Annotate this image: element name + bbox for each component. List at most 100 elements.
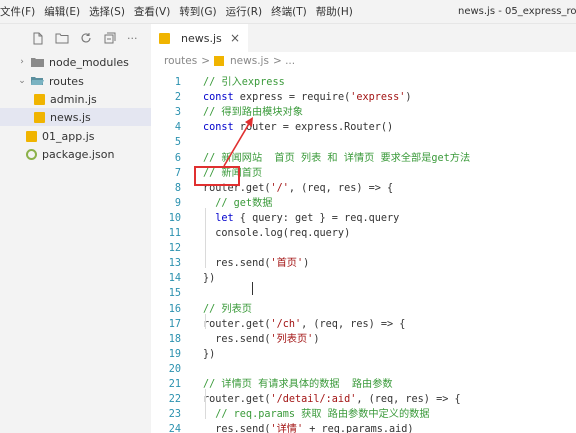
tree-item-label: routes (49, 74, 84, 88)
code-token: '/' (270, 182, 289, 194)
menu-item[interactable]: 终端(T) (266, 4, 311, 19)
chevron-right-icon[interactable]: › (17, 57, 27, 67)
code-token: , (req, res) => { (301, 318, 406, 330)
tree-item-label: node_modules (49, 55, 129, 69)
menu-item[interactable]: 转到(G) (174, 4, 220, 19)
line-source: // 详情页 有请求具体的数据 路由参数 (203, 377, 393, 392)
chevron-down-icon[interactable]: ⌄ (17, 76, 27, 86)
code-line: 19}) (151, 347, 576, 362)
json-file-icon (26, 148, 37, 160)
tab-bar: news.js × (151, 24, 576, 52)
line-number: 5 (174, 137, 181, 149)
line-source: // 列表页 (203, 302, 252, 317)
line-source: router.get('/ch', (req, res) => { (203, 317, 405, 332)
tab-label: news.js (181, 31, 222, 45)
line-source: res.send('首页') (203, 256, 309, 271)
explorer-toolbar: ··· (0, 24, 151, 52)
code-line: 2 const express = require('express') (151, 90, 576, 105)
code-token: ) (313, 333, 320, 345)
code-line: 4 const router = express.Router() (151, 120, 576, 135)
code-token: '/ch' (270, 318, 302, 330)
menu-item[interactable]: 查看(V) (129, 4, 174, 19)
code-line: 14}) (151, 271, 576, 286)
code-line: 5 (151, 135, 576, 150)
code-line: 21 // 详情页 有请求具体的数据 路由参数 (151, 377, 576, 392)
line-source: const express = require('express') (203, 90, 412, 105)
new-file-icon[interactable] (31, 31, 45, 45)
code-line: 12 (151, 241, 576, 256)
tree-item[interactable]: package.json (0, 145, 151, 163)
line-source: const router = express.Router() (203, 120, 393, 135)
code-token: ) (405, 92, 412, 104)
line-number: 16 (168, 303, 181, 315)
code-token: express = require( (233, 92, 351, 104)
refresh-icon[interactable] (79, 31, 93, 45)
js-file-icon (159, 32, 170, 44)
code-token: '首页' (270, 258, 304, 270)
line-source: res.send('列表页') (203, 332, 319, 347)
highlight-box (194, 166, 240, 186)
code-line: 18 res.send('列表页') (151, 332, 576, 347)
code-token: res.send( (203, 258, 271, 270)
line-number: 23 (168, 409, 181, 421)
menu-item[interactable]: 选择(S) (84, 4, 129, 19)
tree-item[interactable]: news.js (0, 108, 151, 126)
menu-item[interactable]: 文件(F) (0, 4, 39, 19)
tree-item[interactable]: ⌄ routes (0, 72, 151, 90)
line-number: 15 (168, 288, 181, 300)
breadcrumb-separator: > (201, 55, 211, 67)
line-number: 8 (174, 182, 181, 194)
breadcrumb: routes > news.js > ... (151, 52, 576, 70)
close-icon[interactable]: × (230, 31, 240, 45)
line-source: console.log(req.query) (203, 226, 350, 241)
js-file-icon (34, 111, 45, 123)
code-token: '详情' (270, 424, 304, 433)
menu-item[interactable]: 帮助(H) (311, 4, 357, 19)
line-source: }) (203, 347, 215, 362)
line-number: 17 (168, 318, 181, 330)
breadcrumb-file[interactable]: news.js (230, 55, 269, 67)
code-token: // 列表页 (203, 303, 252, 315)
tree-item[interactable]: admin.js (0, 90, 151, 108)
line-source: }) (203, 271, 215, 286)
tree-item-label: 01_app.js (42, 129, 95, 143)
code-token: , (req, res) => { (356, 394, 461, 406)
menu-item[interactable]: 编辑(E) (39, 4, 84, 19)
breadcrumb-folder[interactable]: routes (164, 55, 197, 67)
js-file-icon (214, 56, 225, 66)
code-token: // 详情页 有请求具体的数据 路由参数 (203, 379, 393, 390)
tab-news-js[interactable]: news.js × (151, 24, 248, 52)
indent-guide (205, 389, 206, 419)
tree-item[interactable]: › node_modules (0, 53, 151, 71)
line-number: 9 (174, 197, 181, 209)
line-source: let { query: get } = req.query (203, 211, 399, 226)
code-token: const (203, 122, 234, 134)
code-line: 10 let { query: get } = req.query (151, 211, 576, 226)
line-number: 7 (174, 167, 181, 179)
menu-item[interactable]: 运行(R) (221, 4, 267, 19)
code-token: const (203, 92, 234, 104)
code-line: 17 router.get('/ch', (req, res) => { (151, 317, 576, 332)
code-token: // 新闻网站 首页 列表 和 详情页 要求全部是get方法 (203, 152, 471, 164)
code-line: 15 (151, 286, 576, 301)
tree-item[interactable]: 01_app.js (0, 127, 151, 145)
breadcrumb-tail[interactable]: > ... (273, 55, 295, 67)
code-token: // get数据 (203, 197, 273, 209)
code-line: 22 router.get('/detail/:aid', (req, res) … (151, 392, 576, 407)
line-source: // req.params 获取 路由参数中定义的数据 (203, 407, 429, 422)
line-source: // 引入express (203, 75, 285, 90)
line-number: 13 (168, 258, 181, 270)
collapse-all-icon[interactable] (103, 31, 117, 45)
line-number: 3 (174, 107, 181, 119)
code-token: '/detail/:aid' (270, 394, 357, 406)
tree-item-label: package.json (42, 147, 115, 161)
tree-item-label: admin.js (50, 92, 97, 106)
code-token: , (req, res) => { (288, 182, 394, 194)
new-folder-icon[interactable] (55, 31, 69, 45)
code-line: 23 // req.params 获取 路由参数中定义的数据 (151, 407, 576, 422)
more-icon[interactable]: ··· (127, 31, 138, 45)
indent-guide (205, 208, 206, 268)
code-token: router.get( (203, 394, 271, 406)
indent-guide (205, 314, 206, 329)
line-number: 4 (174, 122, 181, 134)
